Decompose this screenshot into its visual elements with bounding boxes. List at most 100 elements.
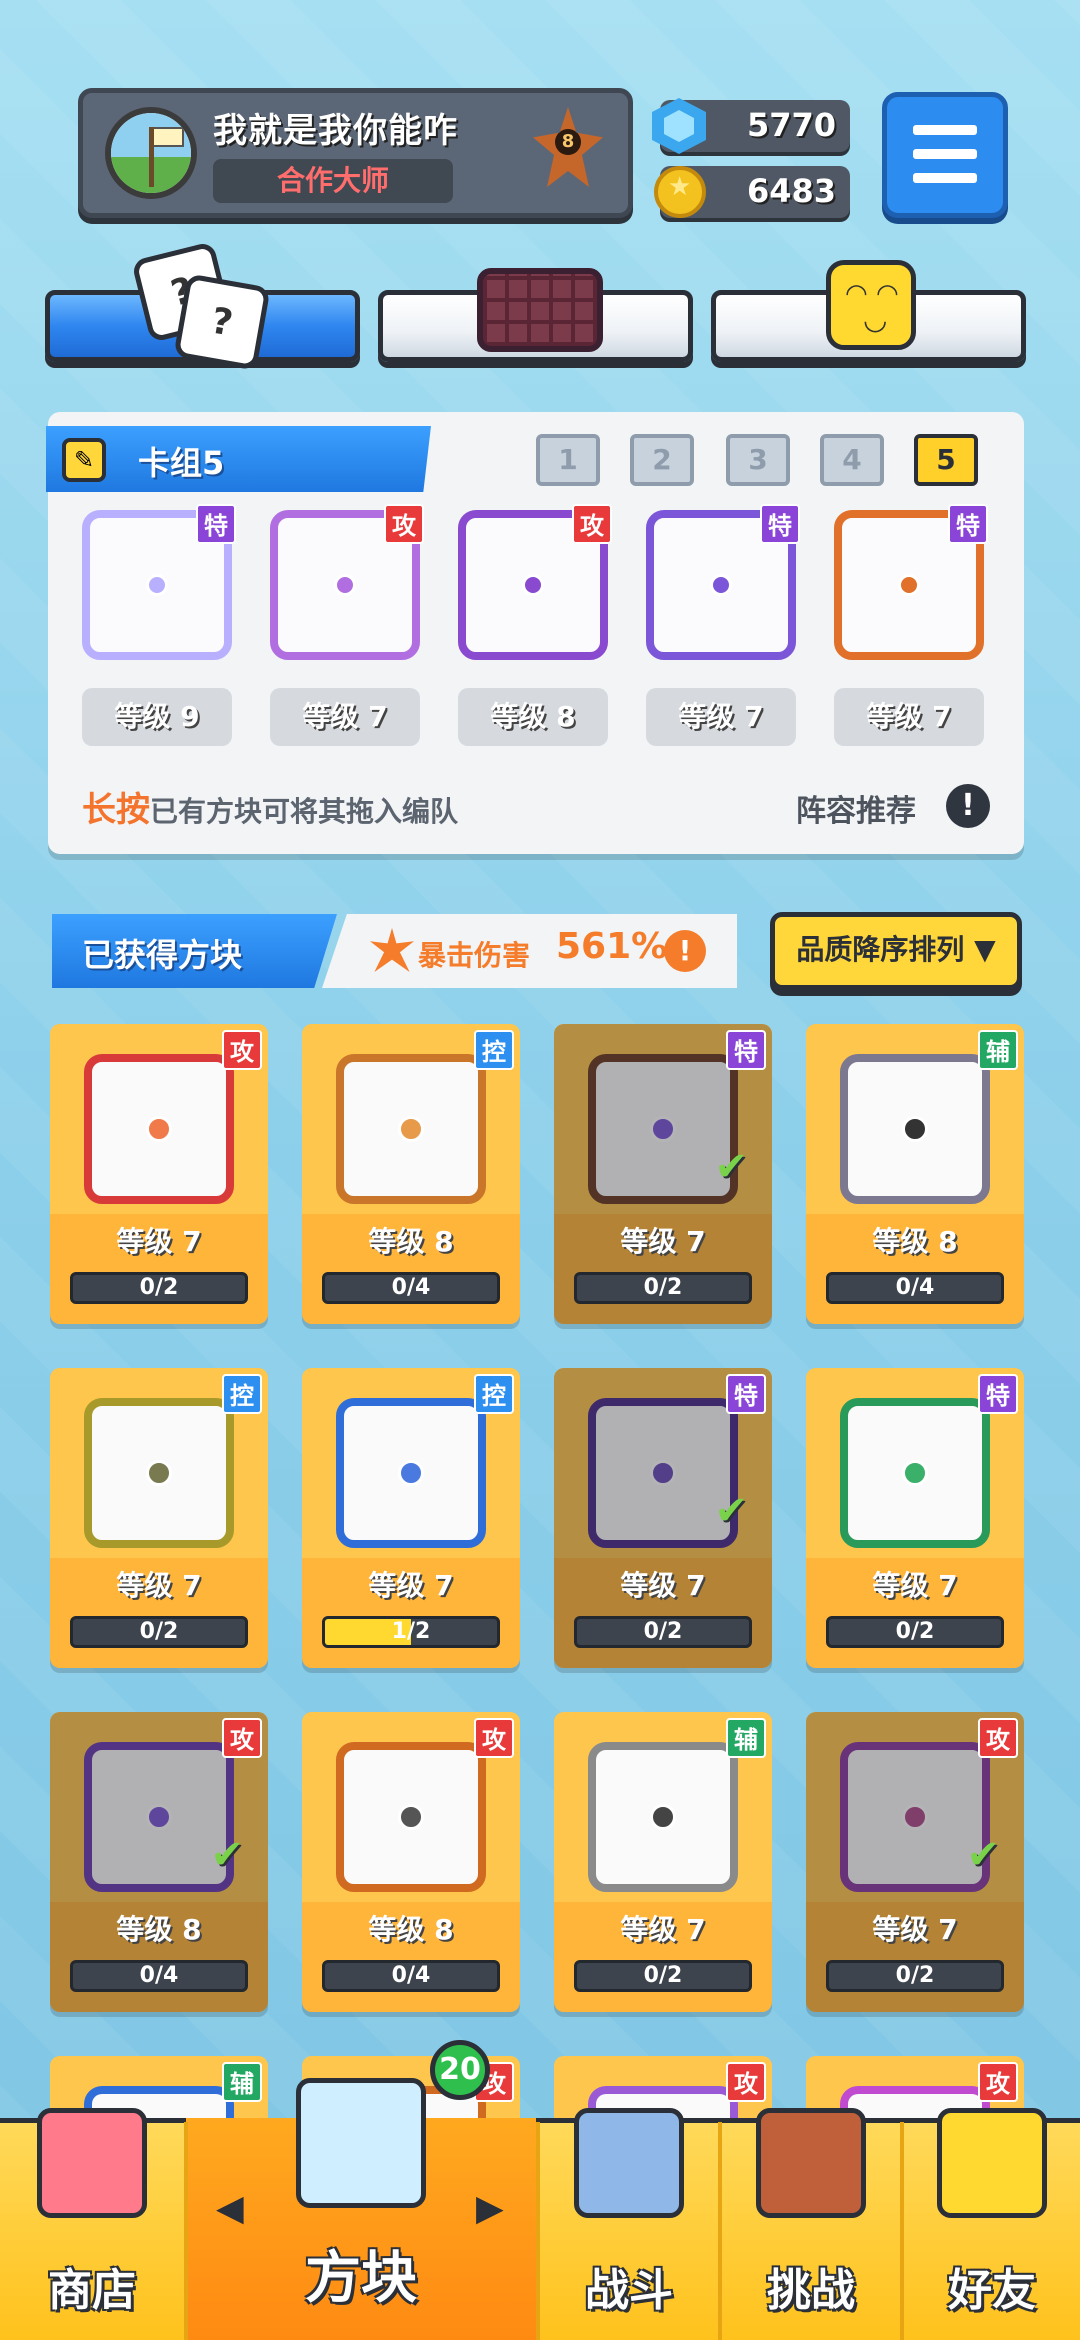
- deck-tab-5[interactable]: 5: [914, 434, 978, 486]
- block-tile: [840, 1054, 990, 1204]
- type-tag: 攻: [222, 1718, 262, 1758]
- board-icon: [477, 268, 603, 352]
- deck-slot[interactable]: 特: [646, 504, 800, 660]
- hint-long-press: 长按: [82, 790, 150, 830]
- block-tile: [336, 1054, 486, 1204]
- progress-text: 0/2: [139, 1619, 179, 1644]
- dice-icon: ?: [173, 273, 271, 371]
- upgrade-progress-bar: 0/2: [574, 1272, 752, 1304]
- block-card[interactable]: 辅 等级 7 0/2: [554, 1712, 772, 2012]
- nav-blocks-label: 方块: [305, 2246, 417, 2311]
- left-arrow-icon[interactable]: ◀: [216, 2188, 244, 2229]
- deck-tab-2[interactable]: 2: [630, 434, 694, 486]
- block-card[interactable]: 特 等级 7 0/2: [806, 1368, 1024, 1668]
- deck-title-bar: ✎ 卡组5: [46, 426, 431, 492]
- block-core-icon: [650, 1804, 676, 1830]
- slot-level: 等级 9: [82, 688, 232, 746]
- player-title: 合作大师: [213, 159, 453, 203]
- nav-blocks[interactable]: 方块: [186, 2078, 536, 2340]
- block-core-icon: [146, 1116, 172, 1142]
- block-cube-icon: [296, 2078, 426, 2208]
- in-deck-check-icon: ✔: [714, 1488, 748, 1534]
- right-arrow-icon[interactable]: ▶: [476, 2188, 504, 2229]
- block-card[interactable]: 控 等级 7 1/2: [302, 1368, 520, 1668]
- nav-challenge[interactable]: 挑战: [722, 2108, 900, 2340]
- deck-tab-1[interactable]: 1: [536, 434, 600, 486]
- type-tag: 控: [474, 1030, 514, 1070]
- upgrade-progress-bar: 0/2: [574, 1616, 752, 1648]
- block-core-icon: [146, 1460, 172, 1486]
- progress-text: 0/2: [895, 1963, 935, 1988]
- type-tag: 攻: [978, 1718, 1018, 1758]
- gem-counter[interactable]: 5770: [652, 98, 850, 154]
- block-card[interactable]: 攻 ✔ 等级 7 0/2: [806, 1712, 1024, 2012]
- slot-level: 等级 8: [458, 688, 608, 746]
- card-level: 等级 8: [368, 1913, 454, 1946]
- drag-hint: 长按已有方块可将其拖入编队: [82, 782, 458, 831]
- coin-icon: [654, 166, 706, 218]
- block-card[interactable]: 特 ✔ 等级 7 0/2: [554, 1024, 772, 1324]
- menu-button[interactable]: [882, 92, 1008, 218]
- upgrade-progress-bar: 0/2: [70, 1616, 248, 1648]
- progress-text: 0/2: [643, 1275, 683, 1300]
- block-tile: [84, 1398, 234, 1548]
- deck-slot[interactable]: 特: [834, 504, 988, 660]
- type-tag: 特: [726, 1030, 766, 1070]
- info-icon[interactable]: !: [946, 784, 990, 828]
- crit-damage-bar[interactable]: 暴击伤害 561% !: [322, 914, 737, 988]
- block-card[interactable]: 控 等级 8 0/4: [302, 1024, 520, 1324]
- block-card[interactable]: 控 等级 7 0/2: [50, 1368, 268, 1668]
- block-core-icon: [710, 574, 732, 596]
- crit-label: 暴击伤害: [418, 939, 531, 972]
- card-level: 等级 7: [872, 1569, 958, 1602]
- progress-text: 0/2: [643, 1619, 683, 1644]
- slot-level: 等级 7: [270, 688, 420, 746]
- block-core-icon: [902, 1460, 928, 1486]
- flag-icon: [154, 127, 184, 147]
- hint-text: 已有方块可将其拖入编队: [150, 795, 459, 828]
- coin-counter[interactable]: 6483: [654, 166, 850, 218]
- card-level: 等级 7: [872, 1913, 958, 1946]
- friend-cube-icon: [937, 2108, 1047, 2218]
- deck-slot[interactable]: 攻: [458, 504, 612, 660]
- block-card[interactable]: 攻 ✔ 等级 8 0/4: [50, 1712, 268, 2012]
- block-card[interactable]: 特 ✔ 等级 7 0/2: [554, 1368, 772, 1668]
- block-core-icon: [398, 1116, 424, 1142]
- block-card[interactable]: 攻 等级 7 0/2: [50, 1024, 268, 1324]
- block-tile: [588, 1742, 738, 1892]
- type-tag: 辅: [726, 1718, 766, 1758]
- player-name: 我就是我你能咋: [213, 111, 458, 151]
- type-tag: 特: [196, 504, 236, 544]
- block-card[interactable]: 辅 等级 8 0/4: [806, 1024, 1024, 1324]
- nav-friends[interactable]: 好友: [904, 2108, 1080, 2340]
- info-icon[interactable]: !: [664, 930, 706, 972]
- sort-dropdown[interactable]: 品质降序排列 ▼: [770, 912, 1022, 990]
- type-tag: 辅: [978, 1030, 1018, 1070]
- player-profile-card[interactable]: 我就是我你能咋 合作大师 8: [78, 88, 633, 218]
- type-tag: 攻: [474, 1718, 514, 1758]
- slot-level: 等级 7: [646, 688, 796, 746]
- slot-level: 等级 7: [834, 688, 984, 746]
- progress-text: 0/2: [895, 1619, 935, 1644]
- deck-slot[interactable]: 攻: [270, 504, 424, 660]
- deck-slot[interactable]: 特: [82, 504, 236, 660]
- deck-tab-4[interactable]: 4: [820, 434, 884, 486]
- recommend-lineup-link[interactable]: 阵容推荐: [796, 786, 916, 830]
- sword-shield-icon: [574, 2108, 684, 2218]
- upgrade-progress-bar: 0/2: [826, 1960, 1004, 1992]
- acquired-title-bar: 已获得方块: [52, 914, 337, 988]
- nav-shop[interactable]: 商店: [0, 2108, 184, 2340]
- nav-battle[interactable]: 战斗: [540, 2108, 718, 2340]
- type-tag: 控: [474, 1374, 514, 1414]
- type-tag: 攻: [384, 504, 424, 544]
- card-level: 等级 7: [116, 1225, 202, 1258]
- in-deck-check-icon: ✔: [714, 1144, 748, 1190]
- card-level: 等级 8: [368, 1225, 454, 1258]
- edit-pencil-icon[interactable]: ✎: [62, 438, 106, 482]
- block-core-icon: [902, 1116, 928, 1142]
- block-card[interactable]: 攻 等级 8 0/4: [302, 1712, 520, 2012]
- deck-tab-3[interactable]: 3: [726, 434, 790, 486]
- avatar[interactable]: [105, 107, 197, 199]
- type-tag: 控: [222, 1374, 262, 1414]
- card-level: 等级 7: [368, 1569, 454, 1602]
